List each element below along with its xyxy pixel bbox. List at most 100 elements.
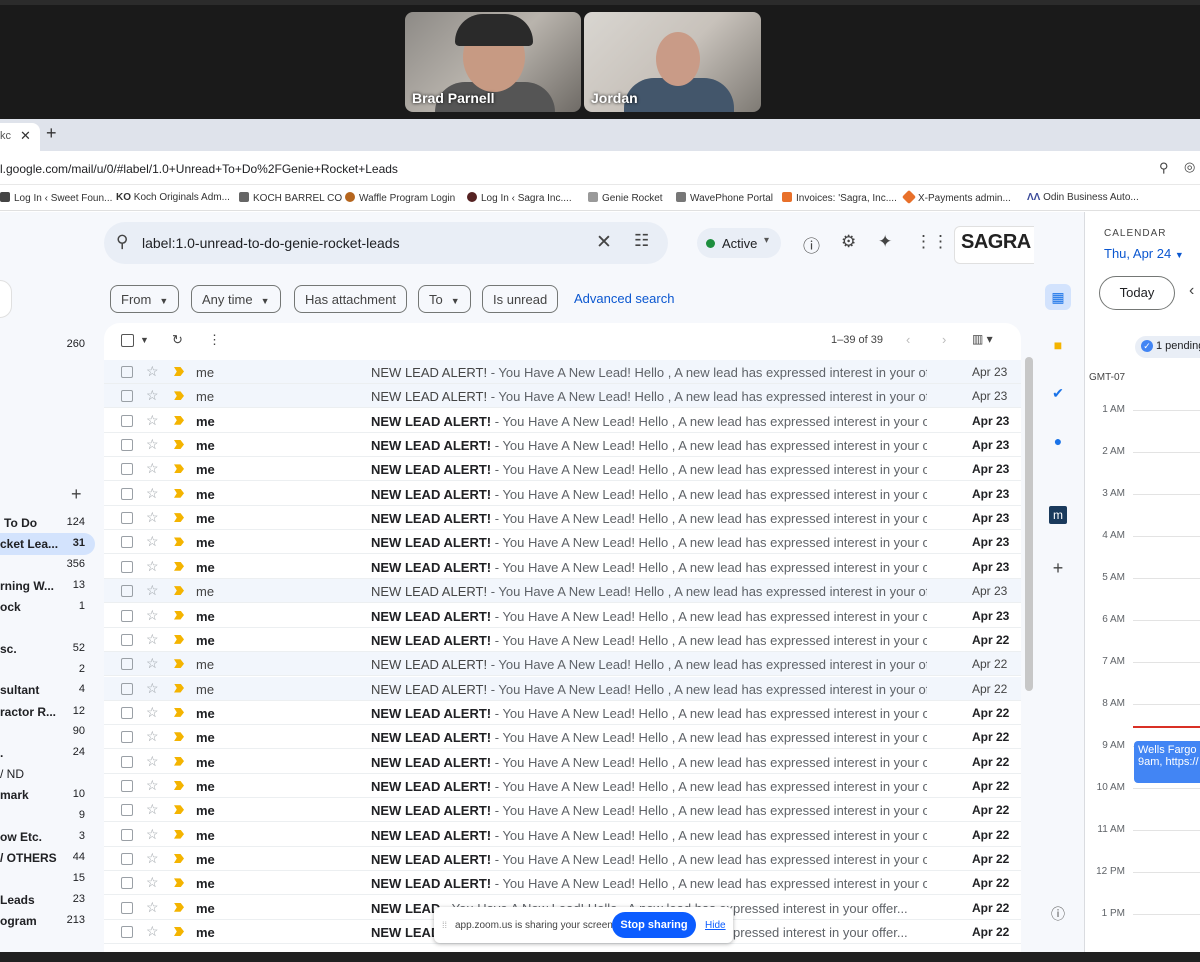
- important-marker-icon[interactable]: [174, 829, 184, 839]
- url-text[interactable]: l.google.com/mail/u/0/#label/1.0+Unread+…: [0, 162, 398, 176]
- clear-search-icon[interactable]: ✕: [596, 231, 612, 254]
- pending-badge[interactable]: ✓ 1 pending: [1135, 336, 1200, 358]
- bookmark-item[interactable]: Waffle Program Login: [345, 192, 455, 204]
- calendar-event[interactable]: Wells Fargo 9am, https://: [1134, 741, 1200, 783]
- stop-sharing-button[interactable]: Stop sharing: [612, 912, 696, 938]
- status-dropdown[interactable]: Active ▾: [697, 228, 781, 258]
- important-marker-icon[interactable]: [174, 513, 184, 523]
- chevron-left-icon[interactable]: ‹: [1189, 282, 1194, 300]
- select-all-checkbox[interactable]: [121, 334, 134, 347]
- sidebar-item[interactable]: ock 1: [0, 600, 85, 614]
- calendar-date[interactable]: Thu, Apr 24 ▼: [1104, 246, 1184, 261]
- important-marker-icon[interactable]: [174, 415, 184, 425]
- table-row[interactable]: ☆ me NEW LEAD ALERT! - You Have A New Lead…: [104, 628, 1021, 652]
- star-icon[interactable]: ☆: [146, 704, 159, 721]
- star-icon[interactable]: ☆: [146, 460, 159, 477]
- hide-link[interactable]: Hide: [705, 920, 726, 931]
- row-checkbox[interactable]: [121, 512, 133, 525]
- table-row[interactable]: ☆ me NEW LEAD ALERT! - You Have A New Lead…: [104, 701, 1021, 725]
- m-addon-icon[interactable]: m: [1049, 506, 1067, 524]
- star-icon[interactable]: ☆: [146, 826, 159, 843]
- table-row[interactable]: ☆ me NEW LEAD ALERT! - You Have A New Lead…: [104, 798, 1021, 823]
- important-marker-icon[interactable]: [174, 756, 184, 766]
- drag-handle-icon[interactable]: ⁞⁞: [442, 920, 447, 930]
- sidebar-item[interactable]: mark 10: [0, 788, 85, 802]
- row-checkbox[interactable]: [121, 731, 133, 744]
- scrollbar[interactable]: [1025, 357, 1033, 691]
- star-icon[interactable]: ☆: [146, 582, 159, 599]
- chevron-left-icon[interactable]: ‹: [906, 332, 910, 347]
- important-marker-icon[interactable]: [174, 464, 184, 474]
- bookmark-item[interactable]: KOCH BARREL CO: [239, 192, 342, 204]
- star-icon[interactable]: ☆: [146, 850, 159, 867]
- sidebar-item[interactable]: sultant 4: [0, 683, 85, 697]
- row-checkbox[interactable]: [121, 609, 133, 622]
- star-icon[interactable]: ☆: [146, 777, 159, 794]
- sparkle-icon[interactable]: ✦: [878, 232, 892, 252]
- important-marker-icon[interactable]: [174, 732, 184, 742]
- more-vert-icon[interactable]: ⋮: [208, 332, 221, 348]
- bookmark-item[interactable]: Log In ‹ Sweet Foun...: [0, 192, 112, 204]
- table-row[interactable]: ☆ me NEW LEAD ALERT! - You Have A New Lead…: [104, 506, 1021, 531]
- sidebar-item[interactable]: / OTHERS 44: [0, 851, 85, 865]
- address-bar[interactable]: l.google.com/mail/u/0/#label/1.0+Unread+…: [0, 151, 1200, 185]
- add-addon-icon[interactable]: +: [1045, 555, 1071, 581]
- close-icon[interactable]: ✕: [20, 128, 31, 144]
- calendar-icon[interactable]: ▦: [1045, 284, 1071, 310]
- table-row[interactable]: ☆ me NEW LEAD ALERT! - You Have A New Lead…: [104, 750, 1021, 774]
- refresh-icon[interactable]: ↻: [172, 332, 183, 348]
- row-checkbox[interactable]: [121, 901, 133, 914]
- sidebar-item[interactable]: . 24: [0, 746, 85, 760]
- important-marker-icon[interactable]: [174, 902, 184, 912]
- sidebar-item[interactable]: ow Etc. 3: [0, 830, 85, 844]
- search-icon[interactable]: ⚲: [116, 232, 128, 252]
- table-row[interactable]: ☆ me NEW LEAD ALERT! - You Have A New Lead…: [104, 555, 1021, 579]
- star-icon[interactable]: ☆: [146, 801, 159, 818]
- row-checkbox[interactable]: [121, 706, 133, 719]
- star-icon[interactable]: ☆: [146, 631, 159, 648]
- row-checkbox[interactable]: [121, 779, 133, 792]
- bookmark-item[interactable]: X-Payments admin...: [901, 189, 1011, 205]
- bookmark-item[interactable]: KO Koch Originals Adm...: [116, 192, 230, 203]
- row-checkbox[interactable]: [121, 366, 133, 378]
- row-checkbox[interactable]: [121, 755, 133, 768]
- star-icon[interactable]: ☆: [146, 753, 159, 770]
- row-checkbox[interactable]: [121, 853, 133, 865]
- important-marker-icon[interactable]: [174, 854, 184, 863]
- from-filter-chip[interactable]: From ▼: [110, 285, 180, 313]
- row-checkbox[interactable]: [121, 463, 133, 476]
- table-row[interactable]: ☆ me NEW LEAD ALERT! - You Have A New Lead…: [104, 604, 1021, 628]
- sidebar-item[interactable]: sc. 52: [0, 642, 85, 656]
- has-attachment-chip[interactable]: Has attachment: [294, 285, 408, 313]
- important-marker-icon[interactable]: [174, 707, 184, 717]
- chevron-down-icon[interactable]: ▼: [140, 335, 149, 345]
- important-marker-icon[interactable]: [174, 391, 184, 401]
- eye-slash-icon[interactable]: ◎: [1184, 159, 1195, 175]
- important-marker-icon[interactable]: [174, 561, 184, 571]
- important-marker-icon[interactable]: [174, 683, 184, 693]
- bookmark-item[interactable]: WavePhone Portal: [676, 192, 773, 204]
- split-pane-icon[interactable]: ▥ ▾: [972, 332, 993, 346]
- table-row[interactable]: ☆ me NEW LEAD ALERT! - You Have A New Lead…: [104, 482, 1021, 506]
- keep-icon[interactable]: ■: [1045, 332, 1071, 358]
- contacts-icon[interactable]: ●: [1045, 428, 1071, 454]
- table-row[interactable]: ☆ me NEW LEAD ALERT! - You Have A New Lead…: [104, 774, 1021, 798]
- participant-video-1[interactable]: Brad Parnell: [405, 12, 581, 112]
- table-row[interactable]: ☆ me NEW LEAD ALERT! - You Have A New Lead…: [104, 530, 1021, 555]
- star-icon[interactable]: ☆: [146, 509, 159, 526]
- tasks-icon[interactable]: ✔: [1045, 380, 1071, 406]
- star-icon[interactable]: ☆: [146, 728, 159, 745]
- important-marker-icon[interactable]: [174, 488, 184, 498]
- star-icon[interactable]: ☆: [146, 655, 159, 672]
- important-marker-icon[interactable]: [174, 634, 184, 644]
- any-time-filter-chip[interactable]: Any time ▼: [191, 285, 281, 313]
- important-marker-icon[interactable]: [174, 367, 184, 376]
- advanced-search-link[interactable]: Advanced search: [574, 291, 674, 306]
- today-button[interactable]: Today: [1099, 276, 1175, 310]
- search-input[interactable]: label:1.0-unread-to-do-genie-rocket-lead…: [142, 235, 400, 251]
- bookmark-item[interactable]: Invoices: 'Sagra, Inc....: [782, 192, 897, 204]
- star-icon[interactable]: ☆: [146, 485, 159, 502]
- important-marker-icon[interactable]: [174, 878, 184, 888]
- row-checkbox[interactable]: [121, 682, 133, 695]
- row-checkbox[interactable]: [121, 633, 133, 646]
